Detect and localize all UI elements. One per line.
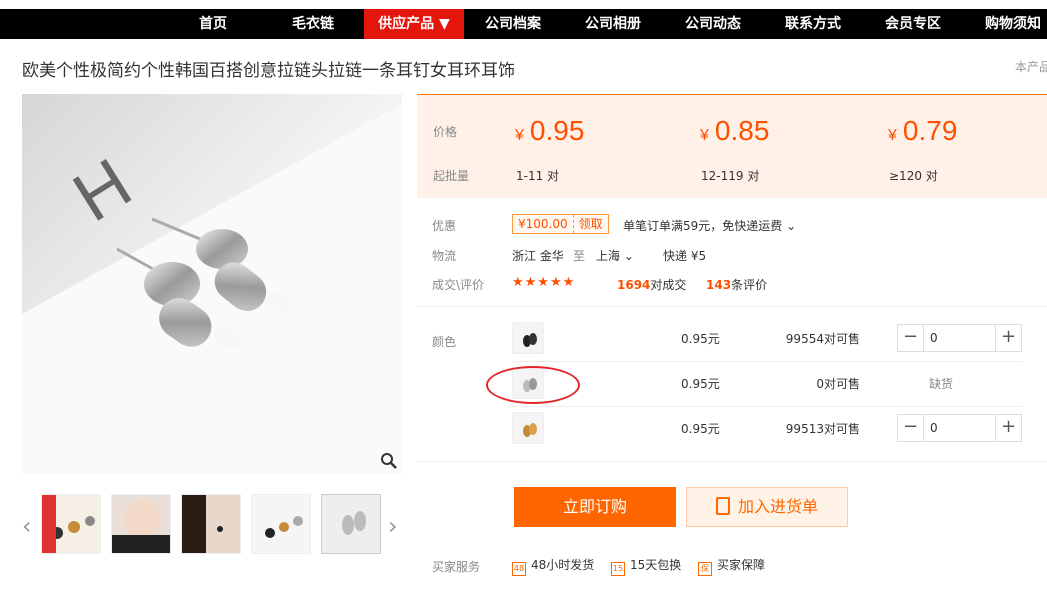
price-box: 价格 起批量 ¥0.95 ¥0.85 ¥0.79 1-11 对 12-119 对… [417,94,1047,198]
coupon-amount: ¥100.00 [518,217,568,231]
sku-row-1: 0.95元 99554对可售 − 0 + [417,316,1027,361]
sku-row-3: 0.95元 99513对可售 − 0 + [417,406,1027,451]
shipping-48h-icon: 48 [512,562,526,576]
ship-from: 浙江 金华 [512,249,564,263]
ship-to-select[interactable]: 上海 ⌄ [596,247,634,264]
top-nav: 首页 毛衣链 供应产品 ▼ 公司档案 公司相册 公司动态 联系方式 会员专区 购… [0,9,1047,39]
nav-sweater-chain[interactable]: 毛衣链 [278,9,348,39]
thumb-image [252,495,310,553]
sku-image [513,323,543,353]
min-qty-label: 起批量 [433,169,470,183]
tier-qty-1: 1-11 对 [516,169,560,183]
nav-home[interactable]: 首页 [180,9,246,39]
coupon-badge[interactable]: ¥100.00 领取 [512,214,609,234]
earring-photo: H [22,94,402,474]
tier-price-3: ¥0.79 [888,115,958,146]
service-48h[interactable]: 48 48小时发货 [512,556,594,576]
quantity-input[interactable]: 0 [930,331,938,345]
thumbnail-2[interactable] [111,494,171,554]
annotation-circle [486,366,580,404]
out-of-stock-label: 缺货 [929,377,954,391]
thumb-image [182,495,240,553]
review-count[interactable]: 143条评价 [706,276,767,293]
thumb-prev-arrow-icon[interactable]: ‹ [22,512,32,540]
ship-to-word: 至 [573,249,586,263]
zoom-icon[interactable] [380,452,398,470]
thumbnail-3[interactable] [181,494,241,554]
title-side-text: 本产品 [1015,60,1047,74]
sku-stock: 99554对可售 [785,332,860,346]
quantity-stepper: − 0 + [897,324,1022,352]
thumbnail-1[interactable] [41,494,101,554]
nav-products[interactable]: 供应产品 ▼ [364,9,464,39]
nav-company-album[interactable]: 公司相册 [576,9,650,39]
thumb-image [42,495,100,553]
rating-stars: ★★★★★ [512,275,576,290]
discount-text[interactable]: 单笔订单满59元，免快递运费 ⌄ [623,217,796,234]
shield-icon: 保 [698,562,712,576]
cart-label: 加入进货单 [737,497,818,516]
thumbnail-strip: ‹ › [22,494,402,556]
sku-stock: 99513对可售 [785,422,860,436]
sales-count[interactable]: 1694对成交 [617,276,686,293]
shipping-fee: 快递 ¥5 [663,249,707,263]
nav-contact[interactable]: 联系方式 [776,9,850,39]
divider [417,461,1047,462]
product-title: 欧美个性极简约个性韩国百搭创意拉链头拉链一条耳钉女耳环耳饰 [22,61,515,81]
nav-member[interactable]: 会员专区 [876,9,950,39]
rating-label: 成交\评价 [432,278,485,292]
coupon-claim[interactable]: 领取 [572,215,608,233]
increment-button[interactable]: + [995,415,1021,441]
quantity-input[interactable]: 0 [930,421,938,435]
quantity-stepper: − 0 + [897,414,1022,442]
add-to-cart-button[interactable]: 加入进货单 [686,487,848,527]
nav-company-news[interactable]: 公司动态 [676,9,750,39]
clipboard-icon [715,497,730,515]
divider [417,306,1047,307]
exchange-15day-icon: 15 [611,562,625,576]
sku-image [513,413,543,443]
discount-label: 优惠 [432,219,457,233]
sku-stock: 0对可售 [816,377,860,391]
service-15day[interactable]: 15 15天包换 [611,556,681,576]
service-guarantee[interactable]: 保买家保障 [698,556,765,576]
thumb-next-arrow-icon[interactable]: › [388,512,398,540]
sku-thumb-gold[interactable] [512,412,544,444]
tier-price-1: ¥0.95 [515,115,585,146]
decrement-button[interactable]: − [898,415,924,441]
services-label: 买家服务 [432,560,481,574]
logistics-label: 物流 [432,249,457,263]
price-label: 价格 [433,125,458,139]
sku-price: 0.95元 [681,377,720,391]
main-product-image[interactable]: H [22,94,402,474]
sku-price: 0.95元 [681,422,720,436]
increment-button[interactable]: + [995,325,1021,351]
buy-now-button[interactable]: 立即订购 [514,487,676,527]
thumbnail-5[interactable] [321,494,381,554]
nav-shopping-guide[interactable]: 购物须知 [976,9,1047,39]
tier-price-2: ¥0.85 [700,115,770,146]
thumb-image [322,495,380,553]
sku-thumb-black[interactable] [512,322,544,354]
decrement-button[interactable]: − [898,325,924,351]
tier-qty-2: 12-119 对 [701,169,760,183]
nav-company-profile[interactable]: 公司档案 [476,9,550,39]
thumbnail-4[interactable] [251,494,311,554]
thumb-image [112,495,170,553]
tier-qty-3: ≥120 对 [889,169,938,183]
sku-price: 0.95元 [681,332,720,346]
